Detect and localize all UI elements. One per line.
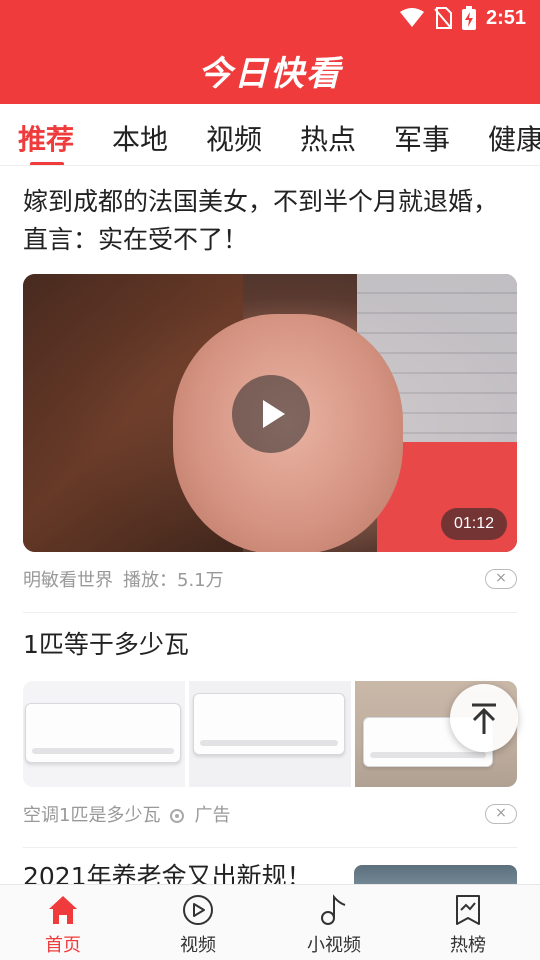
nav-home[interactable]: 首页 [13,893,113,957]
dismiss-button[interactable]: × [485,804,517,824]
nav-video[interactable]: 视频 [148,893,248,957]
scroll-to-top-button[interactable] [450,684,518,752]
play-circle-icon [183,895,213,925]
air-conditioner-image [25,703,181,763]
category-tabs: 推荐 本地 视频 热点 军事 健康 [0,104,540,166]
article-title[interactable]: 嫁到成都的法国美女，不到半个月就退婚，直言：实在受不了！ [23,183,513,259]
wifi-icon [399,8,424,27]
article-source: 明敏看世界 [23,570,113,591]
bookmark-chart-icon [456,895,480,925]
video-thumbnail[interactable]: 01:12 [23,274,517,552]
battery-charging-icon [461,6,476,30]
ad-meta: 空调1匹是多少瓦 广告 [23,801,240,827]
news-feed[interactable]: 嫁到成都的法国美女，不到半个月就退婚，直言：实在受不了！ 01:12 明敏看世界… [0,167,540,884]
arrow-up-icon [472,703,496,734]
dismiss-button[interactable]: × [485,569,517,589]
ad-image-strip[interactable] [23,681,517,787]
article-title[interactable]: 2021年养老金又出新规！ [23,857,312,884]
nav-label: 热榜 [450,935,486,956]
video-duration: 01:12 [440,508,507,540]
music-note-icon [321,894,346,925]
tab-military[interactable]: 军事 [394,118,450,158]
play-count: 播放：5.1万 [123,570,224,591]
no-sim-icon [434,7,452,29]
home-icon [49,896,77,924]
air-conditioner-image [193,693,345,755]
nav-label: 视频 [180,935,216,956]
nav-hot-list[interactable]: 热榜 [418,893,518,957]
divider [23,847,517,848]
ad-image-2 [189,681,351,787]
tab-health[interactable]: 健康 [488,118,540,158]
tab-local[interactable]: 本地 [112,118,168,158]
play-button[interactable] [232,375,310,453]
tab-hot[interactable]: 热点 [300,118,356,158]
app-header: 2:51 今日快看 [0,0,540,104]
divider [23,612,517,613]
app-title: 今日快看 [198,54,342,94]
status-bar: 2:51 [0,0,540,36]
status-time: 2:51 [485,6,526,29]
tab-indicator [30,162,64,165]
nav-label: 小视频 [307,935,361,956]
nav-short-video[interactable]: 小视频 [284,893,384,957]
ad-image-1 [23,681,185,787]
ad-label: 广告 [194,805,231,826]
ad-title[interactable]: 1匹等于多少瓦 [23,626,513,664]
ad-text: 空调1匹是多少瓦 [23,805,161,826]
status-icons: 2:51 [399,6,526,30]
article-meta: 明敏看世界 播放：5.1万 [23,566,234,592]
tab-video[interactable]: 视频 [206,118,262,158]
ad-icon [170,809,185,823]
tab-recommend[interactable]: 推荐 [18,118,74,158]
nav-label: 首页 [45,935,81,956]
bottom-navigation: 首页 视频 小视频 热榜 [0,884,540,960]
article-thumbnail[interactable] [354,865,517,884]
